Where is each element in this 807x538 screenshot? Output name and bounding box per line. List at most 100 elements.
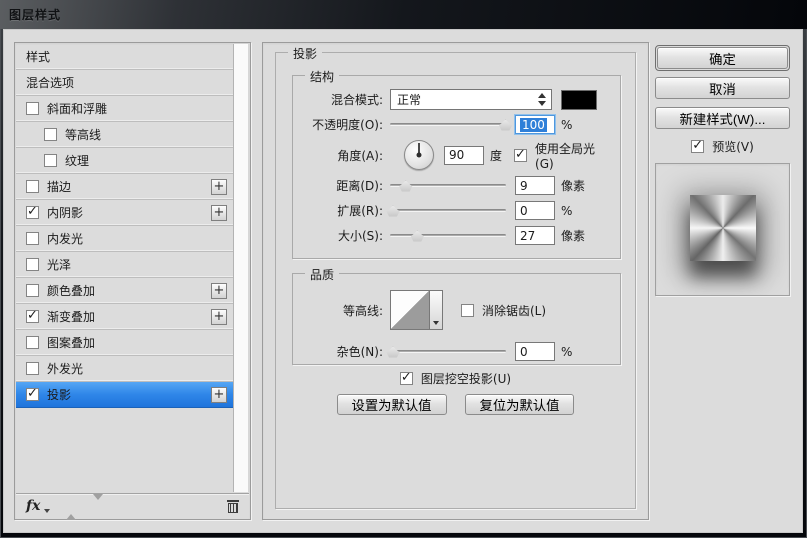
size-label: 大小(S): bbox=[295, 227, 383, 244]
sidebar-item-gradient-overlay[interactable]: 渐变叠加+ bbox=[16, 304, 233, 330]
distance-unit: 像素 bbox=[561, 177, 585, 194]
color-overlay-add-instance-button[interactable]: + bbox=[211, 283, 227, 299]
use-global-light-label: 使用全局光(G) bbox=[535, 140, 612, 171]
blend-mode-select[interactable]: 正常 bbox=[390, 89, 552, 110]
fx-menu-button[interactable]: fx bbox=[26, 498, 40, 514]
use-global-light-checkbox[interactable] bbox=[514, 149, 527, 162]
quality-group-title: 品质 bbox=[305, 266, 339, 283]
sidebar-item-satin[interactable]: 光泽 bbox=[16, 252, 233, 278]
antialias-label: 消除锯齿(L) bbox=[482, 302, 546, 319]
sidebar-item-label: 投影 bbox=[47, 386, 71, 403]
slider-thumb[interactable] bbox=[386, 347, 399, 358]
settings-panel: 投影 结构 混合模式: 正常 不透明度(O) bbox=[262, 42, 649, 520]
dialog-body: 样式混合选项斜面和浮雕等高线纹理描边+内阴影+内发光光泽颜色叠加+渐变叠加+图案… bbox=[3, 29, 803, 533]
outer-glow-enable-checkbox[interactable] bbox=[26, 362, 39, 375]
sidebar-item-texture[interactable]: 纹理 bbox=[16, 148, 233, 174]
slider-thumb[interactable] bbox=[399, 181, 412, 192]
sidebar-item-label: 光泽 bbox=[47, 256, 71, 273]
style-list-scrollbar[interactable] bbox=[233, 44, 249, 492]
sidebar-item-pattern-overlay[interactable]: 图案叠加 bbox=[16, 330, 233, 356]
contour-picker[interactable] bbox=[390, 290, 430, 330]
angle-row: 角度(A): 90 度 使用全局光(G) bbox=[295, 139, 612, 171]
dialog-title: 图层样式 bbox=[9, 6, 61, 23]
drop-shadow-add-instance-button[interactable]: + bbox=[211, 387, 227, 403]
delete-effect-button[interactable] bbox=[227, 500, 239, 513]
noise-input[interactable]: 0 bbox=[515, 342, 555, 361]
chevron-down-icon bbox=[433, 321, 439, 325]
blend-mode-value: 正常 bbox=[397, 91, 421, 108]
sidebar-item-inner-shadow[interactable]: 内阴影+ bbox=[16, 200, 233, 226]
title-bar[interactable]: 图层样式 bbox=[0, 0, 807, 29]
noise-slider[interactable] bbox=[390, 345, 506, 359]
sidebar-item-inner-glow[interactable]: 内发光 bbox=[16, 226, 233, 252]
preview-checkbox[interactable] bbox=[691, 140, 704, 153]
contour-picker-arrow[interactable] bbox=[430, 290, 443, 330]
size-input[interactable]: 27 bbox=[515, 226, 555, 245]
sidebar-item-bevel-emboss[interactable]: 斜面和浮雕 bbox=[16, 96, 233, 122]
slider-thumb[interactable] bbox=[386, 206, 399, 217]
antialias-checkbox[interactable] bbox=[461, 304, 474, 317]
spread-slider[interactable] bbox=[390, 204, 506, 218]
opacity-slider[interactable] bbox=[390, 118, 506, 132]
angle-dial[interactable] bbox=[404, 140, 434, 170]
sidebar-item-label: 颜色叠加 bbox=[47, 282, 95, 299]
pattern-overlay-enable-checkbox[interactable] bbox=[26, 336, 39, 349]
satin-enable-checkbox[interactable] bbox=[26, 258, 39, 271]
structure-group: 结构 混合模式: 正常 不透明度(O): bbox=[292, 75, 621, 259]
sidebar-item-drop-shadow[interactable]: 投影 + bbox=[16, 382, 233, 408]
ok-button-default-ring: 确定 bbox=[655, 45, 790, 71]
gradient-overlay-enable-checkbox[interactable] bbox=[26, 310, 39, 323]
inner-shadow-enable-checkbox[interactable] bbox=[26, 206, 39, 219]
size-slider[interactable] bbox=[390, 229, 506, 243]
spread-input[interactable]: 0 bbox=[515, 201, 555, 220]
sidebar-item-styles[interactable]: 样式 bbox=[16, 44, 233, 70]
sidebar-item-contour[interactable]: 等高线 bbox=[16, 122, 233, 148]
sidebar-item-label: 斜面和浮雕 bbox=[47, 100, 107, 117]
angle-input[interactable]: 90 bbox=[444, 146, 484, 165]
bevel-emboss-enable-checkbox[interactable] bbox=[26, 102, 39, 115]
move-effect-up-button[interactable] bbox=[66, 500, 77, 512]
distance-slider[interactable] bbox=[390, 179, 506, 193]
sidebar-item-stroke[interactable]: 描边+ bbox=[16, 174, 233, 200]
opacity-input[interactable]: 100 bbox=[515, 115, 555, 134]
sidebar-item-label: 纹理 bbox=[65, 152, 89, 169]
sidebar-item-label: 样式 bbox=[26, 48, 50, 65]
color-overlay-enable-checkbox[interactable] bbox=[26, 284, 39, 297]
ok-button[interactable]: 确定 bbox=[657, 47, 788, 69]
new-style-button[interactable]: 新建样式(W)... bbox=[655, 107, 790, 129]
inner-glow-enable-checkbox[interactable] bbox=[26, 232, 39, 245]
reset-default-button[interactable]: 复位为默认值 bbox=[465, 394, 575, 415]
noise-row: 杂色(N): 0 % bbox=[295, 341, 612, 362]
move-effect-down-button[interactable] bbox=[93, 500, 104, 512]
cancel-button[interactable]: 取消 bbox=[655, 77, 790, 99]
sidebar-item-blending-options[interactable]: 混合选项 bbox=[16, 70, 233, 96]
preview-metal-square bbox=[690, 195, 756, 261]
slider-thumb[interactable] bbox=[411, 231, 424, 242]
texture-enable-checkbox[interactable] bbox=[44, 154, 57, 167]
gradient-overlay-add-instance-button[interactable]: + bbox=[211, 309, 227, 325]
default-buttons-row: 设置为默认值 复位为默认值 bbox=[276, 394, 635, 415]
sidebar-item-label: 外发光 bbox=[47, 360, 83, 377]
contour-enable-checkbox[interactable] bbox=[44, 128, 57, 141]
stroke-add-instance-button[interactable]: + bbox=[211, 179, 227, 195]
noise-unit: % bbox=[561, 345, 572, 359]
drop-shadow-enable-checkbox[interactable] bbox=[26, 388, 39, 401]
preview-row: 预览(V) bbox=[655, 137, 790, 155]
slider-thumb[interactable] bbox=[499, 120, 512, 131]
spread-unit: % bbox=[561, 204, 572, 218]
blend-mode-label: 混合模式: bbox=[295, 91, 383, 108]
set-default-button[interactable]: 设置为默认值 bbox=[337, 394, 447, 415]
stroke-enable-checkbox[interactable] bbox=[26, 180, 39, 193]
style-list: 样式混合选项斜面和浮雕等高线纹理描边+内阴影+内发光光泽颜色叠加+渐变叠加+图案… bbox=[16, 44, 233, 492]
sidebar-item-outer-glow[interactable]: 外发光 bbox=[16, 356, 233, 382]
fx-toolbar: fx bbox=[16, 493, 249, 518]
distance-input[interactable]: 9 bbox=[515, 176, 555, 195]
sidebar-item-label: 混合选项 bbox=[26, 74, 74, 91]
sidebar-item-color-overlay[interactable]: 颜色叠加 + bbox=[16, 278, 233, 304]
layer-knockout-checkbox[interactable] bbox=[400, 372, 413, 385]
drop-shadow-group-title: 投影 bbox=[288, 45, 322, 62]
shadow-color-swatch[interactable] bbox=[561, 90, 597, 110]
arrow-down-icon bbox=[93, 494, 103, 514]
spread-label: 扩展(R): bbox=[295, 202, 383, 219]
inner-shadow-add-instance-button[interactable]: + bbox=[211, 205, 227, 221]
